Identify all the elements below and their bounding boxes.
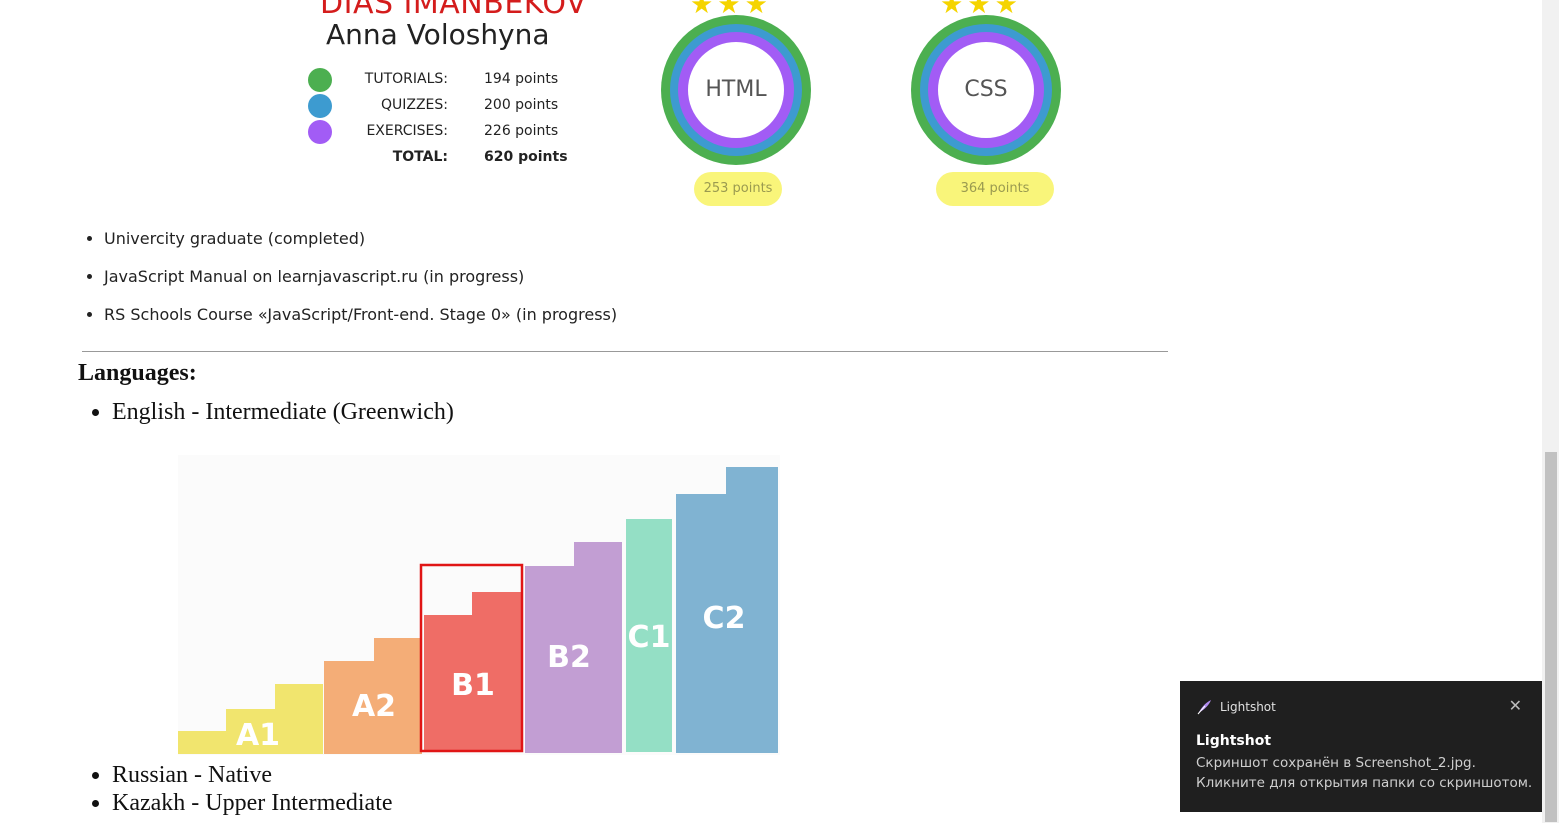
language-list-top: English - Intermediate (Greenwich) <box>82 398 454 426</box>
notification-message[interactable]: Скриншот сохранён в Screenshot_2.jpg. Кл… <box>1196 753 1536 793</box>
lightshot-notification[interactable]: Lightshot ✕ Lightshot Скриншот сохранён … <box>1180 681 1542 812</box>
stat-label: EXERCISES: <box>366 123 448 139</box>
section-divider <box>82 351 1168 352</box>
language-english: English - Intermediate (Greenwich) <box>112 398 454 426</box>
notification-title: Lightshot <box>1196 733 1272 749</box>
html-points: 253 points <box>694 172 782 206</box>
list-item: JavaScript Manual on learnjavascript.ru … <box>104 264 617 302</box>
level-a2-label: A2 <box>352 689 396 724</box>
stat-exercises: EXERCISES: 226 points <box>306 119 576 145</box>
badge-label: CSS <box>964 77 1008 102</box>
list-item: Univercity graduate (completed) <box>104 226 617 264</box>
page-scrollbar[interactable] <box>1542 0 1559 823</box>
scrollbar-thumb[interactable] <box>1545 452 1557 822</box>
notification-app-name: Lightshot <box>1220 700 1276 714</box>
level-b1-label: B1 <box>451 668 495 703</box>
level-c1-label: C1 <box>628 620 671 655</box>
exercises-dot-icon <box>308 120 332 144</box>
language-list-bottom: Russian - Native Kazakh - Upper Intermed… <box>82 761 393 817</box>
css-badge: CSS <box>911 15 1061 165</box>
css-points: 364 points <box>936 172 1054 206</box>
level-b2-label: B2 <box>547 640 591 675</box>
stat-label: TOTAL: <box>392 149 448 165</box>
stat-label: QUIZZES: <box>380 97 448 113</box>
level-a1-label: A1 <box>236 718 280 753</box>
html-badge: HTML <box>661 15 811 165</box>
tutorials-dot-icon <box>308 68 332 92</box>
stat-label: TUTORIALS: <box>364 71 448 87</box>
stat-quizzes: QUIZZES: 200 points <box>306 93 576 119</box>
languages-heading: Languages: <box>78 360 197 386</box>
close-icon[interactable]: ✕ <box>1509 696 1522 715</box>
stat-value: 200 points <box>484 97 559 113</box>
education-list: Univercity graduate (completed) JavaScri… <box>82 226 617 340</box>
list-item: RS Schools Course «JavaScript/Front-end.… <box>104 302 617 340</box>
stat-total: TOTAL: 620 points <box>306 145 576 171</box>
level-c2-label: C2 <box>703 601 746 636</box>
stat-tutorials: TUTORIALS: 194 points <box>306 67 576 93</box>
stat-value: 226 points <box>484 123 559 139</box>
quizzes-dot-icon <box>308 94 332 118</box>
lightshot-feather-icon <box>1197 700 1211 715</box>
stat-value: 620 points <box>484 149 568 165</box>
cefr-levels-image: A1 A2 B1 B2 C1 C2 <box>178 455 780 755</box>
badge-label: HTML <box>705 77 767 102</box>
language-russian: Russian - Native <box>112 761 393 789</box>
profile-name: Anna Voloshyna <box>326 18 550 51</box>
stat-value: 194 points <box>484 71 559 87</box>
language-kazakh: Kazakh - Upper Intermediate <box>112 789 393 817</box>
